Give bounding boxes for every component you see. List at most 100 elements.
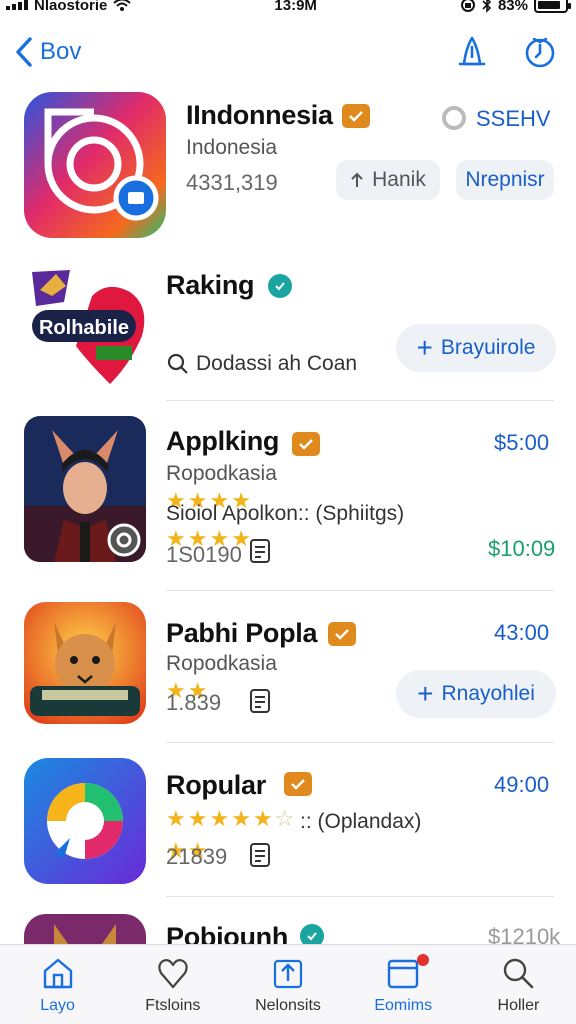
star-icon: ★ <box>209 806 230 831</box>
brayuirole-label: Brayuirole <box>440 336 536 359</box>
nrepnisr-button[interactable]: Nrepnisr <box>456 160 554 200</box>
back-button[interactable]: Bov <box>14 36 81 68</box>
loading-icon <box>442 106 466 130</box>
developer-name: Sioiol Apolkon:: (Sphiitgs) <box>166 502 405 525</box>
status-bar: Nlaostorie 13:9M 83% <box>0 0 576 24</box>
hanik-label: Hanik <box>372 168 426 191</box>
nav-bar: Bov <box>0 30 576 80</box>
signal-icon <box>6 0 28 10</box>
clock-icon[interactable] <box>522 34 558 70</box>
back-label: Bov <box>40 38 82 65</box>
document-icon <box>248 842 272 868</box>
developer-name: :: (Oplandax) <box>300 810 422 833</box>
price-label[interactable]: 49:00 <box>494 772 549 798</box>
star-icon: ★ <box>187 806 208 831</box>
tab-nelonsits[interactable]: Nelonsits <box>230 945 345 1024</box>
app-subtitle: Ropodkasia <box>166 652 277 675</box>
status-time: 13:9M <box>274 0 317 14</box>
status-left: Nlaostorie <box>6 0 132 14</box>
search-icon <box>167 353 188 374</box>
notification-dot <box>416 954 429 966</box>
verified-badge-icon <box>292 432 320 456</box>
tab-label: Nelonsits <box>255 997 321 1014</box>
app-icon-ropular[interactable] <box>24 758 146 884</box>
verified-badge-icon <box>300 924 324 944</box>
verified-badge-icon <box>328 622 356 646</box>
app-row-4[interactable]: Pabhi Popla 43:00 Ropodkasia ★ ★ 1.839 + … <box>0 602 576 742</box>
app-subtitle: Ropodkasia <box>166 462 277 485</box>
tab-ftsloins[interactable]: Ftsloins <box>115 945 230 1024</box>
verified-badge-icon <box>342 104 370 128</box>
rnayohlei-label: Rnayohlei <box>441 682 535 705</box>
app-row-3[interactable]: Applking $5:00 Ropodkasia ★ ★ ★ ★ Sioiol Ap… <box>0 416 576 576</box>
price-label-secondary[interactable]: $10:09 <box>488 536 555 562</box>
tab-label: Ftsloins <box>145 997 201 1014</box>
download-count: 1.839 <box>166 690 222 715</box>
tab-bar: Layo Ftsloins Nelonsits Eomims Holler <box>0 944 576 1024</box>
nrepnisr-label: Nrepnisr <box>465 168 545 191</box>
app-row-1[interactable]: IIndonnesia SSEHV Indonesia 4331,319 Han… <box>0 92 576 247</box>
app-row-6[interactable]: Pobiounh $1210k <box>0 914 576 944</box>
tab-label: Eomims <box>374 997 433 1014</box>
search-icon <box>504 958 534 989</box>
app-title[interactable]: Ropular <box>166 770 266 801</box>
star-icon: ★ <box>252 806 273 831</box>
app-title[interactable]: Pobiounh <box>166 922 288 944</box>
heart-icon <box>158 959 188 989</box>
upload-icon <box>273 959 303 989</box>
tab-eomims[interactable]: Eomims <box>346 945 461 1024</box>
battery-icon <box>533 0 571 13</box>
verified-badge-icon <box>268 274 292 298</box>
app-row-5[interactable]: Ropular 49:00 ★ ★ ★ ★ ★ ☆ :: (Oplandax) ★ ★ 21… <box>0 758 576 898</box>
battery-fill <box>537 1 560 9</box>
download-count: 4331,319 <box>186 170 278 195</box>
carrier-name: Nlaostorie <box>34 0 108 14</box>
tab-holler[interactable]: Holler <box>461 945 576 1024</box>
app-title[interactable]: Applking <box>166 426 279 457</box>
home-icon <box>43 958 72 989</box>
app-icon-indonesia[interactable] <box>24 92 166 238</box>
tab-label: Layo <box>40 997 75 1014</box>
arrow-up-icon <box>351 172 363 187</box>
battery-percent: 83% <box>497 0 528 14</box>
developer-name: Dodassi ah Coan <box>196 352 358 375</box>
download-count: 1S0190 <box>166 542 242 567</box>
rnayohlei-button[interactable]: + Rnayohlei <box>396 670 556 718</box>
download-count: 21839 <box>166 844 228 869</box>
document-icon <box>248 688 272 714</box>
plus-icon: + <box>417 678 434 709</box>
tab-layo[interactable]: Layo <box>0 945 115 1024</box>
brayuirole-button[interactable]: + Brayuirole <box>396 324 556 372</box>
tab-label: Holler <box>497 997 540 1014</box>
star-empty-icon: ☆ <box>274 806 295 831</box>
icon-logo-text: Rolhabile <box>39 317 129 339</box>
price-label[interactable]: 43:00 <box>494 620 549 646</box>
app-title[interactable]: IIndonnesia <box>186 100 333 131</box>
divider <box>166 590 554 591</box>
wifi-icon <box>113 0 132 11</box>
star-icon: ★ <box>166 806 186 831</box>
share-icon[interactable] <box>454 34 490 70</box>
status-right: 83% <box>460 0 571 14</box>
chevron-left-icon <box>16 37 32 67</box>
verified-badge-icon <box>284 772 312 796</box>
app-icon-pabhi-popla[interactable] <box>24 602 146 724</box>
star-icon: ★ <box>231 806 251 831</box>
plus-icon: + <box>416 332 433 363</box>
price-label[interactable]: $1210k <box>488 924 560 944</box>
status-label[interactable]: SSEHV <box>476 106 551 132</box>
price-label[interactable]: $5:00 <box>494 430 549 456</box>
app-subtitle: Indonesia <box>186 136 278 159</box>
app-icon-pobiounh[interactable] <box>24 914 146 944</box>
divider <box>166 400 554 401</box>
app-title[interactable]: Pabhi Popla <box>166 618 318 649</box>
app-title[interactable]: Raking <box>166 270 255 301</box>
divider <box>166 896 554 897</box>
inbox-icon <box>388 959 419 989</box>
app-icon-applking[interactable] <box>24 416 146 562</box>
hanik-button[interactable]: Hanik <box>336 160 440 200</box>
bluetooth-icon <box>482 0 492 13</box>
app-icon-raking[interactable]: Rolhabile <box>26 266 148 384</box>
app-row-2[interactable]: Rolhabile Raking Dodassi ah Coan + Brayu… <box>0 262 576 402</box>
rating-stars: ★ ★ ★ ★ ★ ☆ <box>166 808 294 830</box>
